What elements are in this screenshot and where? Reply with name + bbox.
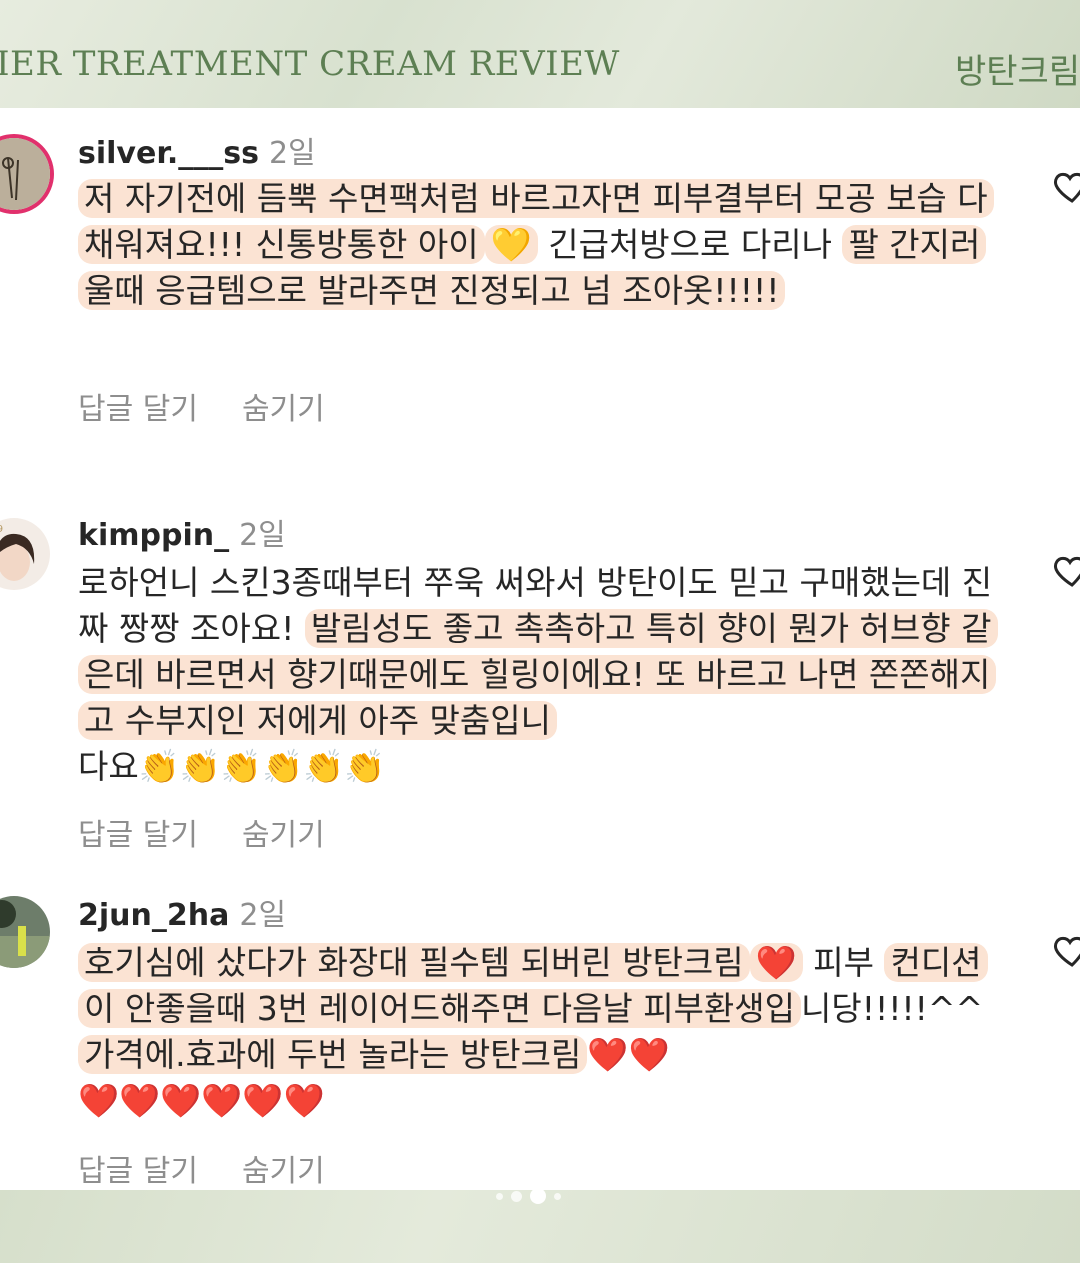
comments-card: silver.___ss 2일 저 자기전에 듬뿍 수면팩처럼 바르고자면 피부결…: [0, 108, 1080, 1190]
hide-button[interactable]: 숨기기: [242, 818, 325, 853]
avatar[interactable]: [0, 896, 50, 968]
comment-header: kimppin_ 2일: [78, 510, 286, 554]
like-heart-icon[interactable]: [1052, 550, 1080, 590]
like-heart-icon[interactable]: [1052, 166, 1080, 206]
hide-button[interactable]: 숨기기: [242, 392, 325, 427]
comment-time: 2일: [239, 898, 287, 933]
comment-text: 호기심에 샀다가 화장대 필수템 되버린 방탄크림 ❤️ 피부 컨디션이 안좋을때…: [78, 940, 998, 1124]
hide-button[interactable]: 숨기기: [242, 1154, 325, 1189]
comment-text-segment: 다요: [78, 747, 139, 786]
comment-text-segment: 니당!!!!!^^: [801, 989, 984, 1028]
comment-actions: 답글 달기 숨기기: [78, 384, 369, 428]
carousel-dots: [496, 1188, 561, 1204]
avatar[interactable]: [0, 138, 50, 210]
carousel-dot[interactable]: [554, 1192, 561, 1200]
carousel-dot-active[interactable]: [530, 1188, 546, 1204]
yellow-heart-icon: 💛: [484, 225, 538, 264]
comment-header: silver.___ss 2일: [78, 128, 316, 172]
comment-text-segment: 피부: [802, 943, 885, 982]
red-heart-icon: ❤️❤️: [587, 1035, 670, 1074]
comment-text-highlight: 가격에.효과에 두번 놀라는 방탄크림: [78, 1035, 588, 1074]
comment-text: 저 자기전에 듬뿍 수면팩처럼 바르고자면 피부결부터 모공 보습 다 채워져요…: [78, 176, 998, 314]
reply-button[interactable]: 답글 달기: [78, 392, 198, 427]
comment-header: 2jun_2ha 2일: [78, 890, 286, 934]
carousel-dot[interactable]: [511, 1190, 522, 1202]
reply-button[interactable]: 답글 달기: [78, 1154, 198, 1189]
comment-time: 2일: [268, 136, 316, 171]
like-heart-icon[interactable]: [1052, 930, 1080, 970]
reply-button[interactable]: 답글 달기: [78, 818, 198, 853]
clap-icon: 👏👏👏👏👏👏: [138, 747, 386, 786]
banner-title: RIER TREATMENT CREAM REVIEW: [0, 44, 620, 84]
svg-text:019: 019: [0, 524, 3, 535]
comment-text: 로하언니 스킨3종때부터 쭈욱 써와서 방탄이도 믿고 구매했는데 진짜 짱짱 …: [78, 560, 998, 790]
banner-brand-text: 방탄크림: [955, 52, 1080, 92]
username[interactable]: silver.___ss: [78, 136, 259, 171]
carousel-dot[interactable]: [496, 1192, 503, 1200]
comment-actions: 답글 달기 숨기기: [78, 810, 369, 854]
red-heart-icon: ❤️❤️❤️❤️❤️❤️: [78, 1081, 325, 1120]
header-banner: RIER TREATMENT CREAM REVIEW 방탄크림: [0, 0, 1080, 108]
comment-text-highlight: 호기심에 샀다가 화장대 필수템 되버린 방탄크림: [78, 943, 750, 982]
comment-text-segment: 긴급처방으로 다리나: [537, 225, 843, 264]
red-heart-icon: ❤️: [749, 943, 803, 982]
avatar[interactable]: 019: [0, 518, 50, 590]
comment-actions: 답글 달기 숨기기: [78, 1146, 369, 1190]
comment-time: 2일: [239, 518, 286, 553]
username[interactable]: kimppin_: [78, 518, 229, 553]
username[interactable]: 2jun_2ha: [78, 898, 229, 933]
